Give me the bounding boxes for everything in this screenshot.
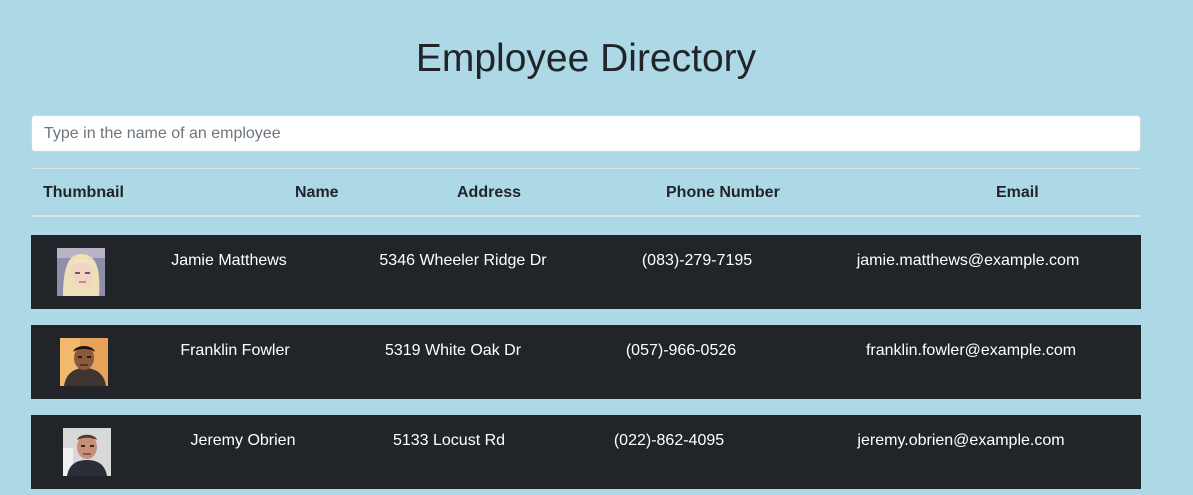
- employee-address: 5133 Locust Rd: [392, 432, 506, 449]
- search-input[interactable]: [31, 115, 1141, 152]
- employee-avatar: [63, 428, 111, 476]
- employee-avatar: [60, 338, 108, 386]
- employee-name: Franklin Fowler: [180, 342, 290, 359]
- column-header-thumbnail[interactable]: Thumbnail: [43, 169, 124, 216]
- column-header-name[interactable]: Name: [295, 169, 339, 216]
- employee-phone: (083)-279-7195: [641, 252, 753, 269]
- employee-email[interactable]: jeremy.obrien@example.com: [857, 432, 1064, 450]
- employee-email[interactable]: jamie.matthews@example.com: [857, 252, 1080, 270]
- employee-name: Jamie Matthews: [171, 252, 287, 269]
- table-row[interactable]: Franklin Fowler 5319 White Oak Dr (057)-…: [31, 325, 1141, 399]
- employee-name: Jeremy Obrien: [190, 432, 296, 449]
- employee-address: 5346 Wheeler Ridge Dr: [379, 252, 547, 269]
- employee-phone: (057)-966-0526: [625, 342, 737, 359]
- column-header-email[interactable]: Email: [996, 169, 1039, 216]
- employee-email[interactable]: franklin.fowler@example.com: [866, 342, 1076, 360]
- page-title: Employee Directory: [415, 37, 757, 80]
- table-header: Thumbnail Name Address Phone Number Emai…: [31, 168, 1141, 217]
- column-header-phone[interactable]: Phone Number: [666, 169, 780, 216]
- table-row[interactable]: Jamie Matthews 5346 Wheeler Ridge Dr (08…: [31, 235, 1141, 309]
- table-row[interactable]: Jeremy Obrien 5133 Locust Rd (022)-862-4…: [31, 415, 1141, 489]
- employee-phone: (022)-862-4095: [613, 432, 725, 449]
- employee-address: 5319 White Oak Dr: [384, 342, 522, 359]
- employee-avatar: [57, 248, 105, 296]
- column-header-address[interactable]: Address: [457, 169, 521, 216]
